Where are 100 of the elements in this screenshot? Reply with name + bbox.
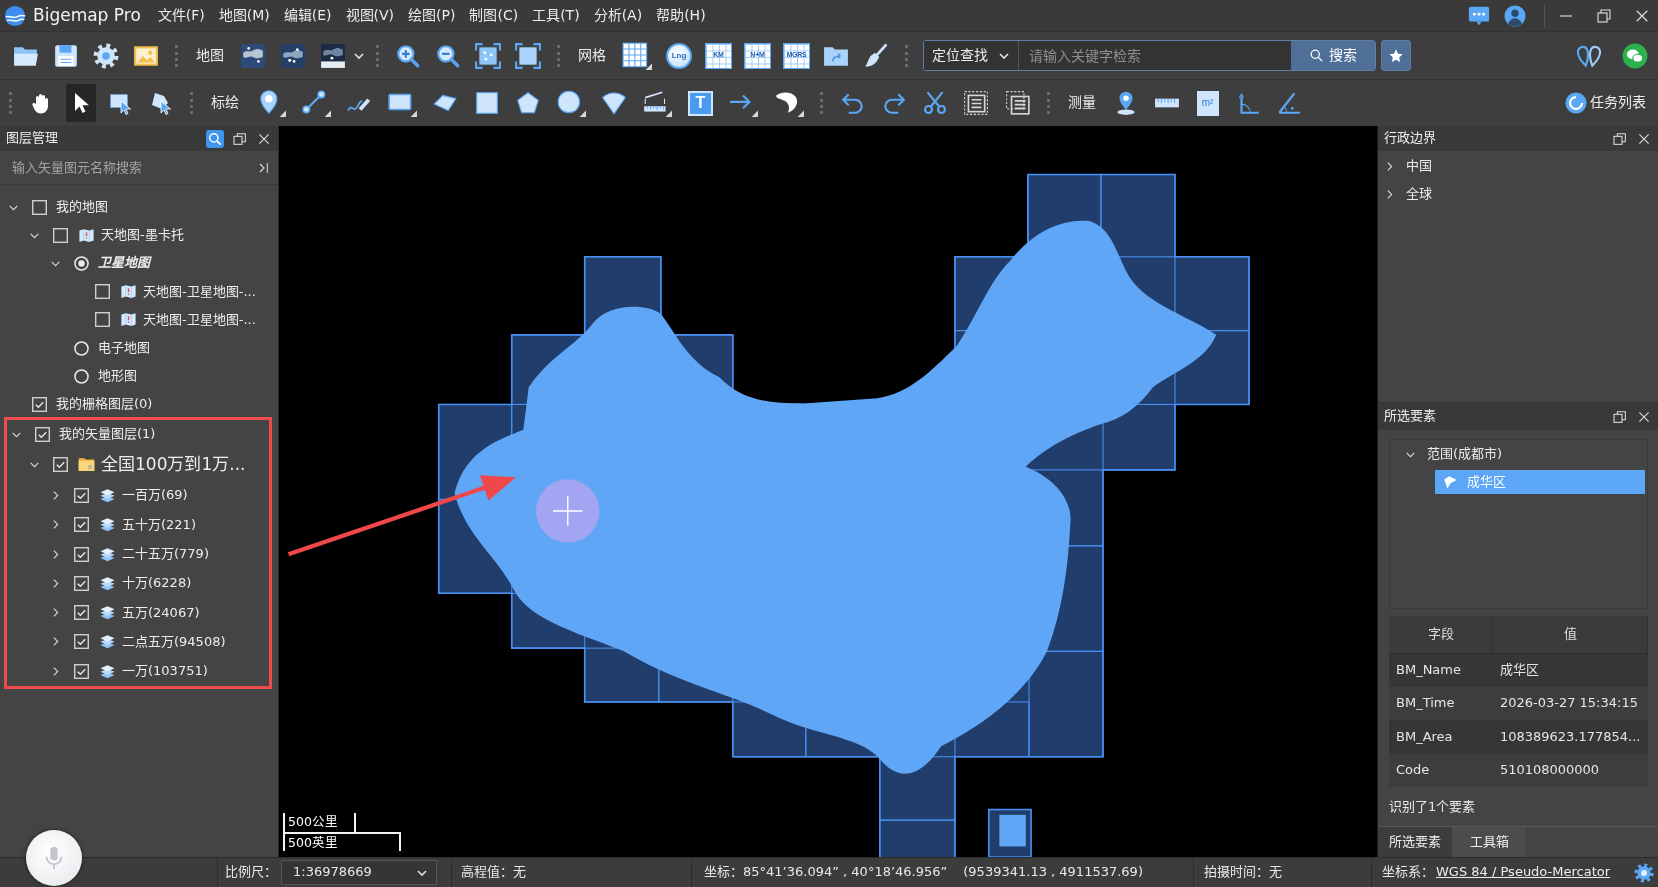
layer-name[interactable]: 一百万(69) [122, 487, 188, 504]
radio-button[interactable] [74, 255, 89, 271]
menu-item[interactable]: 工具(T) [525, 4, 587, 27]
float-window-icon[interactable] [1612, 130, 1628, 147]
fit-extent-icon[interactable] [475, 42, 501, 69]
menu-item[interactable]: 视图(V) [338, 4, 402, 27]
dock-tab[interactable]: 所选要素 [1378, 827, 1452, 857]
crs-link[interactable]: WGS 84 / Pseudo-Mercator [1436, 864, 1611, 881]
cursor-icon [536, 479, 600, 543]
layer-name[interactable]: 电子地图 [98, 339, 150, 357]
layer-name[interactable]: 我的栅格图层(0) [56, 396, 153, 413]
protractor-icon[interactable] [1276, 90, 1303, 116]
layer-name[interactable]: 我的地图 [56, 198, 108, 216]
save-icon[interactable] [53, 42, 79, 69]
layer-name[interactable]: 天地图-卫星地图-... [143, 311, 256, 328]
checkbox[interactable] [32, 199, 47, 215]
checkbox[interactable] [35, 426, 50, 442]
checkbox[interactable] [74, 634, 89, 650]
table-cell: BM_Name [1389, 653, 1493, 687]
zoom-in-icon[interactable] [395, 42, 421, 69]
restore-icon[interactable] [1595, 6, 1613, 25]
group-name[interactable]: 范围(成都市) [1427, 446, 1503, 463]
checkbox[interactable] [95, 284, 110, 300]
document-list-icon[interactable] [963, 90, 990, 116]
map-thumbnail-icon[interactable] [320, 42, 346, 69]
panel-title: 所选要素 [1384, 408, 1436, 425]
layer-name[interactable]: 我的矢量图层(1) [59, 426, 156, 443]
square-icon[interactable] [473, 90, 500, 116]
toolbar-label: 标绘 [211, 94, 239, 112]
region-name[interactable]: 中国 [1406, 157, 1432, 175]
map-thumbnail-icon[interactable] [240, 42, 266, 69]
layer-name[interactable]: 地形图 [98, 368, 137, 385]
layer-name[interactable]: 卫星地图 [98, 255, 150, 272]
result-summary: 识别了1个要素 [1389, 799, 1477, 816]
map-icon [120, 283, 137, 301]
layer-name[interactable]: 天地图-墨卡托 [101, 227, 184, 244]
checkbox[interactable] [53, 227, 68, 243]
layer-search-field[interactable]: 输入矢量图元名称搜索 [0, 151, 256, 184]
progress-ring-icon [1565, 92, 1587, 114]
layer-name[interactable]: 五万(24067) [122, 604, 200, 621]
float-window-icon[interactable] [1612, 408, 1628, 425]
search-button[interactable]: 搜索 [1291, 41, 1375, 70]
checkbox[interactable] [74, 546, 89, 562]
user-icon[interactable] [1504, 4, 1526, 27]
line-icon[interactable] [300, 89, 331, 117]
task-list-button[interactable]: 任务列表 [1565, 92, 1646, 114]
settings-icon[interactable] [1634, 862, 1654, 883]
circle-icon[interactable] [555, 89, 586, 117]
menu-item[interactable]: 帮助(H) [649, 4, 713, 27]
layer-name[interactable]: 全国100万到1万... [101, 454, 246, 476]
checkbox[interactable] [32, 396, 47, 412]
checkbox[interactable] [95, 312, 110, 328]
checkbox[interactable] [74, 605, 89, 621]
menu-item[interactable]: 文件(F) [150, 4, 212, 27]
zoom-out-icon[interactable] [435, 42, 461, 69]
region-name[interactable]: 全球 [1406, 185, 1432, 203]
menu-item[interactable]: 绘图(P) [401, 4, 463, 27]
menu-item[interactable]: 分析(A) [586, 4, 650, 27]
menu-item[interactable]: 编辑(E) [276, 4, 339, 27]
table-cell: BM_Time [1389, 686, 1493, 720]
ruler-label-icon[interactable] [642, 89, 673, 117]
scale-dropdown[interactable]: 1:36978669 [281, 860, 437, 885]
menu-item[interactable]: 制图(C) [462, 4, 526, 27]
checkbox[interactable] [53, 457, 68, 473]
tool-button[interactable] [66, 84, 96, 122]
chat-icon[interactable] [1468, 4, 1490, 27]
layer-name[interactable]: 十万(6228) [122, 575, 192, 592]
checkbox[interactable] [74, 575, 89, 591]
scissors-icon[interactable] [922, 90, 949, 116]
broom-icon[interactable] [863, 42, 889, 69]
float-window-icon[interactable] [232, 130, 248, 147]
layer-name[interactable]: 天地图-卫星地图-... [143, 283, 256, 300]
table-cell: 成华区 [1492, 653, 1648, 687]
globe-grid-button[interactable]: Lng [666, 42, 692, 69]
radio-button[interactable] [74, 340, 89, 356]
favorite-button[interactable] [1381, 40, 1411, 71]
layer-name[interactable]: 五十万(221) [122, 516, 196, 533]
search-mode-dropdown[interactable]: 定位查找 [924, 41, 1019, 70]
checkbox[interactable] [74, 487, 89, 503]
sector-icon[interactable] [601, 90, 628, 116]
dock-tab[interactable]: 工具箱 [1452, 827, 1526, 857]
map-thumbnail-icon[interactable] [280, 42, 306, 69]
layer-name[interactable]: 二点五万(94508) [122, 633, 226, 651]
map-canvas[interactable]: 500公里 500英里 [279, 126, 1377, 857]
polygon-icon [1443, 474, 1458, 490]
search-icon[interactable] [206, 129, 224, 148]
pentagon-icon[interactable] [514, 90, 541, 116]
document-list-icon[interactable] [1004, 90, 1031, 116]
curved-shape-icon[interactable] [773, 89, 804, 117]
radio-button[interactable] [74, 368, 89, 384]
checkbox[interactable] [74, 663, 89, 679]
layer-name[interactable]: 一万(103751) [122, 663, 208, 680]
full-extent-icon[interactable] [515, 42, 541, 69]
checkbox[interactable] [74, 517, 89, 533]
search-bar[interactable]: 定位查找 请输入关键字检索 搜索 [923, 40, 1376, 71]
grid-icon[interactable] [622, 41, 652, 70]
menu-item[interactable]: 地图(M) [211, 4, 277, 27]
elevation-readout: 高程值：无 [461, 864, 526, 881]
chat-bubbles-icon[interactable] [1622, 42, 1648, 69]
layer-name[interactable]: 二十五万(779) [122, 545, 209, 563]
